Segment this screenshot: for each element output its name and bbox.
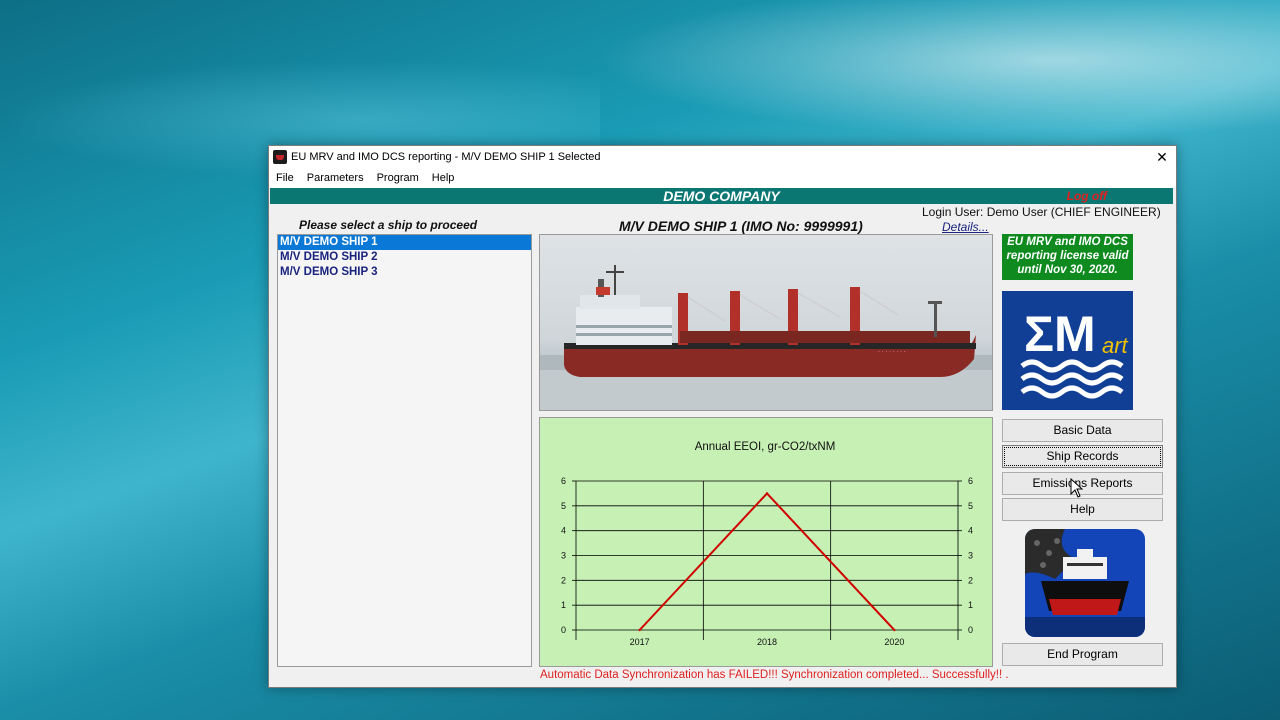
smart-logo-graphic: ΣM art (1020, 306, 1129, 399)
selected-ship-title: M/V DEMO SHIP 1 (IMO No: 9999991) (619, 218, 863, 234)
company-banner: DEMO COMPANY Log off (270, 188, 1173, 204)
ship-photo: · · · · · · · · (539, 234, 993, 411)
chart-ytick-label-right: 0 (968, 625, 973, 635)
chart-xtick-label: 2018 (757, 637, 777, 647)
chart-xtick-label: 2020 (884, 637, 904, 647)
window-title: EU MRV and IMO DCS reporting - M/V DEMO … (291, 151, 601, 163)
chart-ytick-label-right: 5 (968, 501, 973, 511)
svg-text:· · · · · · · ·: · · · · · · · · (878, 349, 906, 355)
chart-title: Annual EEOI, gr-CO2/txNM (695, 441, 836, 453)
ship-emissions-icon[interactable] (1025, 529, 1145, 637)
chart-data-point (893, 628, 896, 632)
ship-list-item-3[interactable]: M/V DEMO SHIP 3 (278, 265, 531, 280)
svg-text:art: art (1102, 333, 1129, 358)
app-ship-icon (273, 150, 287, 164)
ship-list-item-1[interactable]: M/V DEMO SHIP 1 (278, 235, 531, 250)
license-notice: EU MRV and IMO DCS reporting license val… (1002, 234, 1133, 280)
chart-ytick-label: 2 (561, 575, 566, 585)
chart-series-line (638, 491, 896, 631)
chart-ytick-label: 1 (561, 600, 566, 610)
eeoi-chart-svg: Annual EEOI, gr-CO2/txNM 0 0 1 1 2 2 3 3 4 4 5 5 6 6 2… (561, 441, 973, 647)
details-link[interactable]: Details... (942, 220, 989, 234)
help-button[interactable]: Help (1002, 498, 1163, 521)
basic-data-button[interactable]: Basic Data (1002, 419, 1163, 442)
ship-photo-drawing: · · · · · · · · (540, 265, 992, 410)
chart-ytick-label: 6 (561, 476, 566, 486)
close-icon[interactable]: ✕ (1148, 149, 1176, 166)
eeoi-chart: Annual EEOI, gr-CO2/txNM 0 0 1 1 2 2 3 3 4 4 5 5 6 6 2… (539, 417, 993, 667)
ship-list[interactable]: M/V DEMO SHIP 1 M/V DEMO SHIP 2 M/V DEMO… (277, 234, 532, 667)
login-user-label: Login User: Demo User (CHIEF ENGINEER) (922, 205, 1161, 219)
ship-select-prompt: Please select a ship to proceed (299, 218, 478, 232)
app-window: EU MRV and IMO DCS reporting - M/V DEMO … (268, 145, 1177, 688)
ship-emissions-graphic (1025, 529, 1145, 637)
chart-ytick-label-right: 2 (968, 575, 973, 585)
chart-ytick-label: 0 (561, 625, 566, 635)
chart-data-point (638, 628, 641, 632)
chart-ytick-label-right: 4 (968, 526, 973, 536)
chart-ytick-label: 4 (561, 526, 566, 536)
menu-bar: File Parameters Program Help (269, 168, 1176, 188)
menu-program[interactable]: Program (370, 172, 425, 184)
end-program-button[interactable]: End Program (1002, 643, 1163, 666)
logoff-link[interactable]: Log off (1067, 188, 1107, 204)
chart-ytick-label-right: 3 (968, 551, 973, 561)
desktop-wave-highlight (520, 0, 1280, 150)
smart-logo: ΣM art (1002, 291, 1133, 410)
menu-file[interactable]: File (269, 172, 300, 184)
ship-records-button[interactable]: Ship Records (1002, 445, 1163, 468)
title-bar: EU MRV and IMO DCS reporting - M/V DEMO … (269, 146, 1176, 168)
sync-status-message: Automatic Data Synchronization has FAILE… (540, 669, 1009, 681)
chart-ytick-label-right: 6 (968, 476, 973, 486)
ship-list-item-2[interactable]: M/V DEMO SHIP 2 (278, 250, 531, 265)
chart-data-point (765, 492, 769, 495)
svg-text:ΣM: ΣM (1024, 306, 1096, 362)
chart-ytick-label-right: 1 (968, 600, 973, 610)
company-name: DEMO COMPANY (663, 188, 780, 204)
chart-xtick-label: 2017 (630, 637, 650, 647)
menu-help[interactable]: Help (425, 172, 461, 184)
chart-ytick-label: 5 (561, 501, 566, 511)
menu-parameters[interactable]: Parameters (300, 172, 370, 184)
mouse-cursor-icon (1070, 478, 1084, 498)
chart-ytick-label: 3 (561, 551, 566, 561)
